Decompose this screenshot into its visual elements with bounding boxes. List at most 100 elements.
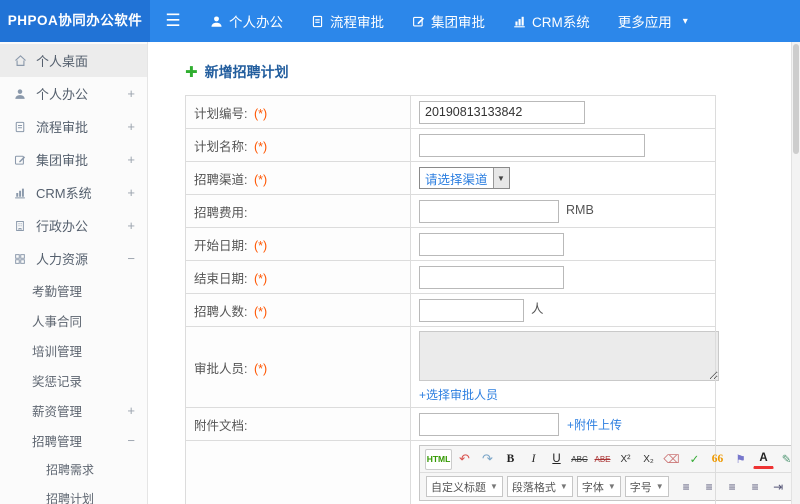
expand-icon[interactable]: + <box>127 152 135 167</box>
form-row: HTML ↶ ↷ B I U ABC ABE X² X₂ ⌫ ✓ 66 ⚑ A ✎ 自定义标题 ▼ 段落格式 … <box>185 440 800 504</box>
expand-icon[interactable]: + <box>127 86 135 101</box>
expand-icon[interactable]: + <box>127 119 135 134</box>
editor-button[interactable]: X₂ <box>638 449 659 470</box>
end-date-input[interactable] <box>419 265 564 289</box>
editor-button[interactable]: ≡ <box>722 476 743 497</box>
sidebar-item-label: 人事合同 <box>32 314 83 329</box>
bar-chart-icon <box>513 15 526 28</box>
nav-personal-office[interactable]: 个人办公 <box>196 0 297 42</box>
sidebar-item-crm-system[interactable]: CRM系统 + <box>0 176 147 209</box>
vertical-scrollbar[interactable] <box>791 42 800 504</box>
app-window: PHPOA协同办公软件 ☰ 个人办公 流程审批 集团审批 CRM系统 更多应用 … <box>0 0 800 504</box>
page-title: ✚ 新增招聘计划 <box>185 62 800 82</box>
sidebar-item-rewards[interactable]: 奖惩记录 <box>0 365 147 395</box>
editor-button[interactable]: I <box>523 449 544 470</box>
approver-textarea[interactable] <box>419 331 719 381</box>
form-row: 结束日期: (*) <box>185 260 716 294</box>
font-family-dropdown[interactable]: 字体 ▼ <box>576 476 621 497</box>
sidebar-item-salary[interactable]: 薪资管理 + <box>0 395 147 425</box>
required-mark: (*) <box>253 106 268 121</box>
field-label: 计划名称: <box>194 139 248 154</box>
nav-crm-system[interactable]: CRM系统 <box>499 0 604 42</box>
editor-button[interactable]: 66 <box>707 449 728 470</box>
editor-button[interactable]: U <box>546 449 567 470</box>
sidebar-item-attendance[interactable]: 考勤管理 <box>0 275 147 305</box>
sidebar-item-label: 招聘计划 <box>46 492 95 504</box>
sidebar-item-recruit-management[interactable]: 招聘管理 − <box>0 425 147 455</box>
sidebar-item-recruit-demand[interactable]: 招聘需求 <box>0 455 147 484</box>
editor-button[interactable]: ⇥ <box>768 476 789 497</box>
editor-button[interactable]: ABC <box>569 449 590 470</box>
label-cell: 结束日期: (*) <box>185 260 411 294</box>
editor-button[interactable]: ABE <box>592 449 613 470</box>
control-cell: +附件上传 <box>410 407 716 441</box>
attachment-input[interactable] <box>419 412 559 436</box>
headcount-input[interactable] <box>419 298 524 322</box>
nav-workflow-approval[interactable]: 流程审批 <box>297 0 398 42</box>
editor-button[interactable]: ↶ <box>454 449 475 470</box>
sidebar-item-hr-contract[interactable]: 人事合同 <box>0 305 147 335</box>
custom-title-dropdown[interactable]: 自定义标题 ▼ <box>426 476 503 497</box>
start-date-input[interactable] <box>419 232 564 256</box>
nav-group-approval[interactable]: 集团审批 <box>398 0 499 42</box>
nav-more-apps[interactable]: 更多应用 ▾ <box>604 0 702 42</box>
required-mark: (*) <box>253 238 268 253</box>
expand-icon[interactable]: + <box>127 403 135 418</box>
chevron-down-icon: ▼ <box>607 482 616 491</box>
sidebar-item-human-resources[interactable]: 人力资源 − <box>0 242 147 275</box>
editor-button[interactable]: X² <box>615 449 636 470</box>
sidebar-item-admin-office[interactable]: 行政办公 + <box>0 209 147 242</box>
expand-icon[interactable]: + <box>127 218 135 233</box>
editor-button[interactable]: HTML <box>425 448 452 470</box>
plan-name-input[interactable] <box>419 133 645 157</box>
chevron-down-icon: ▼ <box>490 482 498 491</box>
editor-button[interactable]: ✓ <box>684 449 705 470</box>
add-icon: ✚ <box>185 64 198 81</box>
editor-button[interactable]: ≡ <box>699 476 720 497</box>
label-cell: 招聘渠道: (*) <box>185 161 411 195</box>
plan-number-input[interactable] <box>419 100 585 124</box>
editor-toolbar-row2: 自定义标题 ▼ 段落格式 ▼ 字体 ▼ 字号 ▼ ≡ ≡ ≡ ≡ ⇥ <box>420 473 800 500</box>
sidebar-item-personal-office[interactable]: 个人办公 + <box>0 77 147 110</box>
sidebar-item-label: 薪资管理 <box>32 404 83 419</box>
sidebar-item-label: 行政办公 <box>36 219 89 234</box>
paragraph-format-dropdown[interactable]: 段落格式 ▼ <box>506 476 573 497</box>
fee-input[interactable] <box>419 199 559 223</box>
collapse-icon[interactable]: − <box>127 251 135 266</box>
sidebar-item-training[interactable]: 培训管理 <box>0 335 147 365</box>
required-mark: (*) <box>253 172 268 187</box>
collapse-icon[interactable]: − <box>127 433 135 448</box>
attachment-upload-link[interactable]: +附件上传 <box>567 416 622 433</box>
editor-button[interactable]: ≡ <box>745 476 766 497</box>
sidebar-item-label: CRM系统 <box>36 186 92 201</box>
fee-unit-label: RMB <box>566 203 594 218</box>
sidebar-item-recruit-plan[interactable]: 招聘计划 <box>0 484 147 504</box>
control-cell <box>410 95 716 129</box>
sidebar-item-group-approval[interactable]: 集团审批 + <box>0 143 147 176</box>
field-label: 计划编号: <box>194 106 248 121</box>
control-cell: 请选择渠道 ▼ <box>410 161 716 195</box>
editor-button[interactable]: B <box>500 449 521 470</box>
select-approver-link[interactable]: +选择审批人员 <box>419 386 498 403</box>
editor-button[interactable]: ⚑ <box>730 449 751 470</box>
form-row: 招聘费用: RMB <box>185 194 716 228</box>
sidebar-item-personal-desktop[interactable]: 个人桌面 <box>0 44 147 77</box>
form-row: 计划编号: (*) <box>185 95 716 129</box>
nav-label: 更多应用 <box>617 15 672 30</box>
label-cell: 审批人员: (*) <box>185 326 411 408</box>
top-navbar: PHPOA协同办公软件 ☰ 个人办公 流程审批 集团审批 CRM系统 更多应用 … <box>0 0 800 42</box>
editor-button[interactable]: ↷ <box>477 449 498 470</box>
app-logo: PHPOA协同办公软件 <box>0 0 150 42</box>
sidebar-item-workflow-approval[interactable]: 流程审批 + <box>0 110 147 143</box>
editor-button[interactable]: A <box>753 450 774 469</box>
expand-icon[interactable]: + <box>127 185 135 200</box>
editor-toolbar-row1: HTML ↶ ↷ B I U ABC ABE X² X₂ ⌫ ✓ 66 ⚑ A ✎ <box>420 446 800 473</box>
control-cell: +选择审批人员 <box>410 326 719 408</box>
font-size-dropdown[interactable]: 字号 ▼ <box>624 476 669 497</box>
editor-button[interactable]: ≡ <box>676 476 697 497</box>
menu-toggle-icon[interactable]: ☰ <box>150 11 196 31</box>
sidebar-item-label: 个人桌面 <box>36 54 89 69</box>
channel-select[interactable]: 请选择渠道 ▼ <box>419 167 510 189</box>
editor-button[interactable]: ⌫ <box>661 449 682 470</box>
scrollbar-thumb[interactable] <box>793 44 799 154</box>
